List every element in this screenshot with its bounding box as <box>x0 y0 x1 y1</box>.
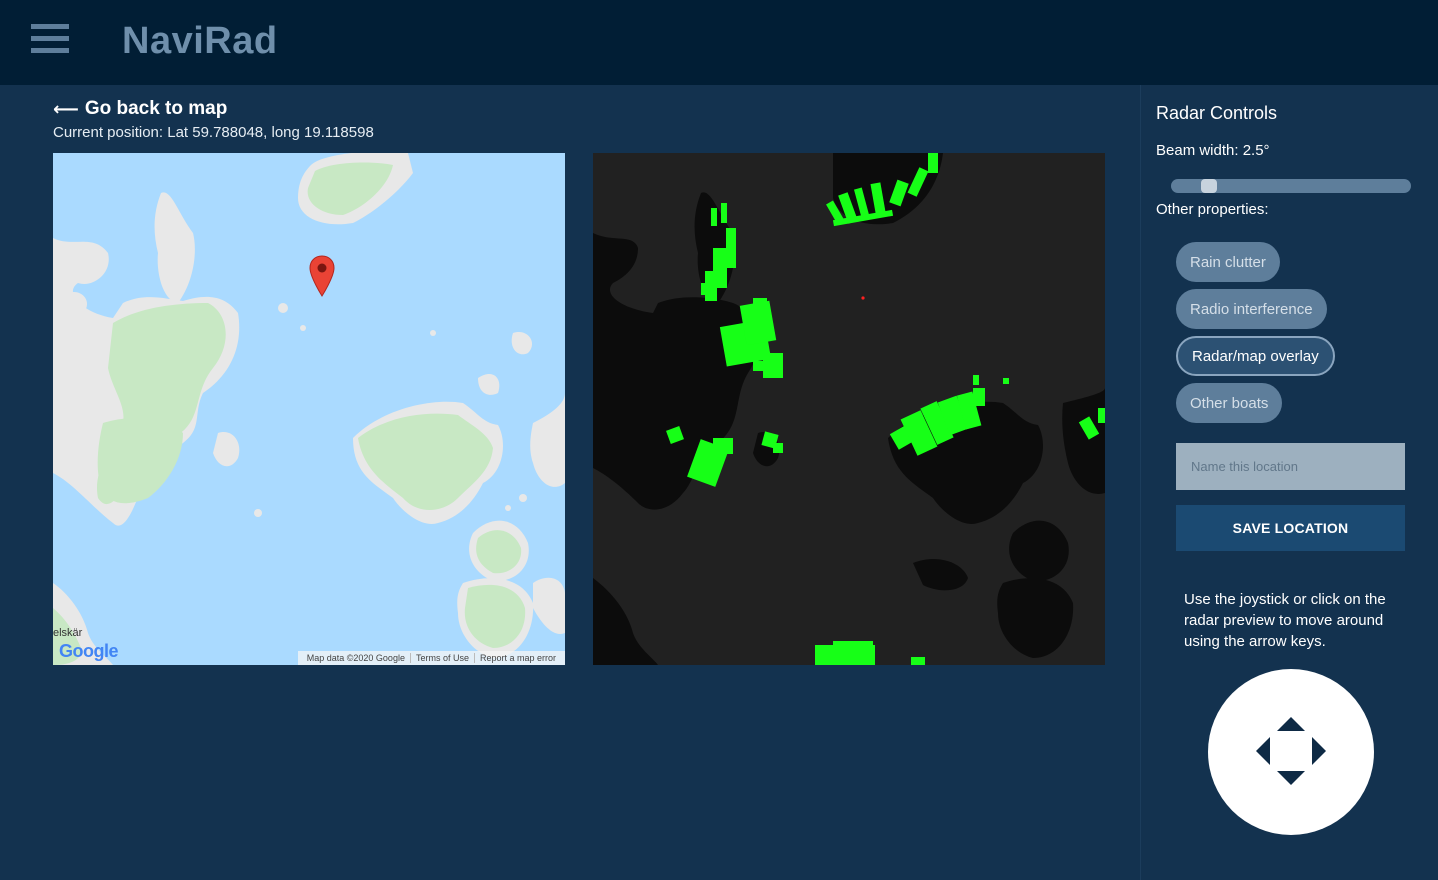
map-canvas <box>53 153 565 665</box>
back-link-label: Go back to map <box>84 98 228 119</box>
map-data-credit: Map data ©2020 Google <box>306 653 405 663</box>
map-pin-icon[interactable] <box>309 255 335 297</box>
terms-of-use-link[interactable]: Terms of Use <box>409 653 474 663</box>
map-view[interactable]: elskär Google Map data ©2020 Google Term… <box>53 153 565 665</box>
current-position: Current position: Lat 59.788048, long 19… <box>53 124 374 141</box>
beam-width-label: Beam width: 2.5° <box>1156 142 1270 159</box>
report-map-error-link[interactable]: Report a map error <box>473 653 561 663</box>
other-properties-label: Other properties: <box>1156 201 1269 218</box>
radar-controls-sidebar: Radar Controls Beam width: 2.5° Other pr… <box>1140 85 1438 880</box>
radar-canvas <box>593 153 1105 665</box>
back-to-map-link[interactable]: ⟵ Go back to map <box>53 98 227 120</box>
beam-width-slider[interactable] <box>1171 179 1411 193</box>
save-location-button[interactable]: SAVE LOCATION <box>1176 505 1405 551</box>
radar-controls-title: Radar Controls <box>1156 103 1278 123</box>
beam-width-slider-thumb[interactable] <box>1201 179 1217 193</box>
location-name-input[interactable] <box>1176 443 1405 490</box>
four-way-arrows-icon <box>1256 717 1326 785</box>
app-title: NaviRad <box>122 20 278 62</box>
joystick[interactable] <box>1208 669 1374 835</box>
radio-interference-toggle[interactable]: Radio interference <box>1176 289 1327 329</box>
arrow-left-icon: ⟵ <box>53 98 79 119</box>
joystick-hint: Use the joystick or click on the radar p… <box>1184 591 1386 650</box>
top-bar: NaviRad <box>0 0 1438 85</box>
rain-clutter-toggle[interactable]: Rain clutter <box>1176 242 1280 282</box>
other-boats-toggle[interactable]: Other boats <box>1176 383 1283 423</box>
map-place-label: elskär <box>53 627 83 639</box>
google-logo: Google <box>59 641 119 662</box>
map-credits: Map data ©2020 Google Terms of Use Repor… <box>297 651 565 665</box>
main-content: ⟵ Go back to map Current position: Lat 5… <box>0 85 1140 880</box>
google-logo-text: Google <box>59 641 119 661</box>
radar-preview[interactable] <box>593 153 1105 665</box>
hamburger-menu-icon[interactable] <box>31 24 69 54</box>
radar-center-dot <box>861 296 865 300</box>
radar-map-overlay-toggle[interactable]: Radar/map overlay <box>1176 336 1335 376</box>
